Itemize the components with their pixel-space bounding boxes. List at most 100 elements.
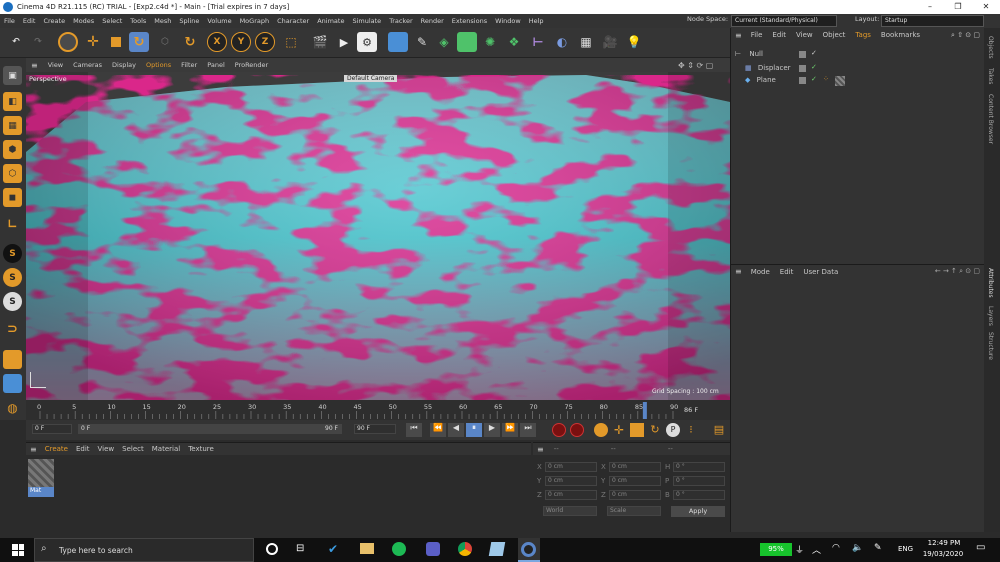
cinema4d-taskbar-icon[interactable]: [518, 538, 540, 562]
coord-size-y-field[interactable]: 0 cm: [609, 476, 661, 486]
next-key-button[interactable]: ⏩: [502, 423, 518, 437]
menu-edit[interactable]: Edit: [19, 17, 40, 25]
wifi-icon[interactable]: ◠: [832, 543, 840, 553]
go-to-start-button[interactable]: ⏮: [406, 423, 422, 437]
previous-key-button[interactable]: ⏪: [430, 423, 446, 437]
object-menu-tags[interactable]: Tags: [850, 31, 876, 39]
polygons-mode-icon[interactable]: ◼: [3, 188, 22, 207]
object-row-displacer[interactable]: ▦ Displacer ✓: [745, 63, 985, 76]
record-keys-icon[interactable]: [552, 423, 566, 437]
axis-mode-icon[interactable]: ∟: [3, 214, 22, 233]
menu-file[interactable]: File: [0, 17, 19, 25]
menu-volume[interactable]: Volume: [203, 17, 235, 25]
solo-off-icon[interactable]: S: [3, 292, 22, 311]
attribute-menu-icon[interactable]: ≡: [731, 267, 746, 276]
texture-mode-icon[interactable]: ▦: [3, 116, 22, 135]
recent-tools-icon[interactable]: ⬡: [155, 32, 175, 52]
pause-button[interactable]: ⏸: [466, 423, 482, 437]
cube-icon[interactable]: [388, 32, 408, 52]
coord-size-z-field[interactable]: 0 cm: [609, 490, 661, 500]
snap-icon[interactable]: ⊃: [3, 320, 22, 339]
key-parameter-icon[interactable]: P: [666, 423, 680, 437]
coordinates-menu-icon[interactable]: ≡: [533, 445, 548, 454]
key-rotation-icon[interactable]: ↻: [648, 423, 662, 437]
viewport-menu-filter[interactable]: Filter: [176, 61, 202, 69]
menu-window[interactable]: Window: [491, 17, 525, 25]
node-space-dropdown[interactable]: Current (Standard/Physical): [731, 15, 837, 27]
tab-attributes[interactable]: Attributes: [987, 268, 994, 298]
plane-material-tag-icon[interactable]: [835, 76, 845, 86]
undo-icon[interactable]: ↶: [6, 32, 26, 52]
extrude-icon[interactable]: [457, 32, 477, 52]
teams-icon[interactable]: [426, 542, 440, 556]
object-menu-edit[interactable]: Edit: [767, 31, 791, 39]
tab-structure[interactable]: Structure: [987, 332, 994, 360]
taskbar-search-box[interactable]: ⌕ Type here to search: [34, 538, 254, 562]
plane-visibility-icon[interactable]: [799, 77, 806, 84]
todo-app-icon[interactable]: ✔: [328, 542, 338, 556]
timeline-window-icon[interactable]: ▤: [712, 423, 726, 437]
material-menu-edit[interactable]: Edit: [72, 445, 94, 453]
language-indicator[interactable]: ENG: [898, 545, 913, 553]
tab-takes[interactable]: Takes: [987, 68, 994, 84]
coordinate-system-icon[interactable]: ⬚: [281, 32, 301, 52]
show-hidden-icons[interactable]: ︿: [812, 543, 821, 556]
restore-button[interactable]: ❐: [944, 0, 972, 14]
layout-dropdown[interactable]: Startup: [881, 15, 984, 27]
file-explorer-icon[interactable]: [360, 543, 374, 554]
light-icon[interactable]: 💡: [624, 32, 644, 52]
move-icon[interactable]: ✛: [83, 32, 103, 52]
menu-simulate[interactable]: Simulate: [348, 17, 385, 25]
viewport-menu-icon[interactable]: ≡: [26, 61, 43, 70]
coord-pos-y-field[interactable]: 0 cm: [545, 476, 597, 486]
viewport-menu-display[interactable]: Display: [107, 61, 141, 69]
rotate-icon[interactable]: ↻: [129, 32, 149, 52]
material-menu-select[interactable]: Select: [118, 445, 148, 453]
viewport-menu-options[interactable]: Options: [141, 61, 176, 69]
material-menu-view[interactable]: View: [94, 445, 119, 453]
spotify-icon[interactable]: [392, 542, 406, 556]
object-search-icons[interactable]: ⌕ ⇧ ⊙ ▢: [951, 31, 984, 40]
menu-tracker[interactable]: Tracker: [385, 17, 416, 25]
mograph-icon[interactable]: ❖: [504, 32, 524, 52]
clock-date[interactable]: 19/03/2020: [920, 550, 966, 558]
cloner-icon[interactable]: ✺: [480, 32, 500, 52]
key-pla-icon[interactable]: ⁝: [684, 423, 698, 437]
edges-mode-icon[interactable]: ⬡: [3, 164, 22, 183]
tab-objects[interactable]: Objects: [987, 36, 994, 59]
camera-label[interactable]: Default Camera: [344, 75, 398, 82]
timeline-ruler[interactable]: 0 5 10 15 20 25 30 35 40 45 50 55 60 65 70 75 80 85 90 86 …: [26, 400, 730, 420]
menu-animate[interactable]: Animate: [313, 17, 348, 25]
z-axis-lock-button[interactable]: Z: [255, 32, 275, 52]
close-button[interactable]: ✕: [972, 0, 1000, 14]
displacer-visibility-icon[interactable]: [799, 65, 806, 72]
minimize-button[interactable]: –: [916, 0, 944, 14]
floor-icon[interactable]: ▦: [576, 32, 596, 52]
action-center-icon[interactable]: ▭: [976, 542, 985, 553]
playhead[interactable]: [642, 402, 647, 419]
scale-icon[interactable]: [106, 32, 126, 52]
make-editable-icon[interactable]: ▣: [3, 66, 22, 85]
attribute-nav-icons[interactable]: ← → ↑ ⌕ ⊙ ▢: [935, 267, 984, 276]
menu-mograph[interactable]: MoGraph: [236, 17, 274, 25]
start-frame-field[interactable]: 0 F: [32, 424, 72, 434]
field-icon[interactable]: ◐: [552, 32, 572, 52]
menu-create[interactable]: Create: [39, 17, 69, 25]
battery-plug-icon[interactable]: ⏚: [795, 543, 804, 556]
clock-time[interactable]: 12:49 PM: [924, 539, 964, 547]
viewport-menu-panel[interactable]: Panel: [202, 61, 230, 69]
go-to-end-button[interactable]: ⏭: [520, 423, 536, 437]
solo-icon[interactable]: S: [3, 244, 22, 263]
menu-help[interactable]: Help: [525, 17, 548, 25]
apply-button[interactable]: Apply: [671, 506, 725, 517]
render-settings-icon[interactable]: ⚙: [357, 32, 377, 52]
object-menu-view[interactable]: View: [791, 31, 818, 39]
key-scale-icon[interactable]: [630, 423, 644, 437]
object-row-plane[interactable]: ◆ Plane ✓ ⁘: [745, 75, 985, 88]
material-menu-create[interactable]: Create: [41, 445, 72, 453]
cortana-icon[interactable]: [266, 543, 278, 555]
menu-tools[interactable]: Tools: [126, 17, 150, 25]
displacer-enabled-icon[interactable]: ✓: [811, 63, 817, 71]
menu-mesh[interactable]: Mesh: [150, 17, 175, 25]
coord-scale-dropdown[interactable]: Scale: [607, 506, 661, 516]
